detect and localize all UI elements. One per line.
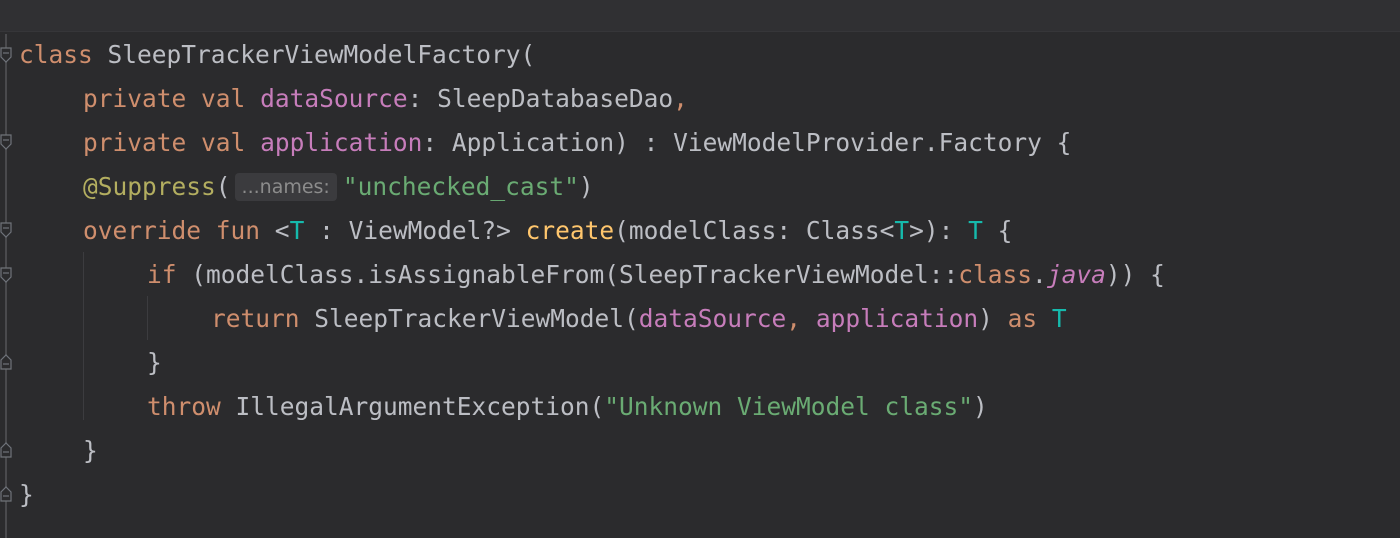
code-token: >): xyxy=(909,216,969,245)
code-line-3[interactable]: private val application: Application) : … xyxy=(83,121,1071,165)
code-token: (modelClass.isAssignableFrom(SleepTracke… xyxy=(176,260,959,289)
code-token: class xyxy=(958,260,1033,289)
code-token: T xyxy=(968,216,983,245)
code-token: create xyxy=(525,216,615,245)
code-line-9[interactable]: throw IllegalArgumentException("Unknown … xyxy=(147,385,988,429)
code-token: T xyxy=(1051,304,1067,333)
gutter-line xyxy=(5,34,7,538)
code-token: ) xyxy=(973,392,988,421)
fold-open-icon[interactable] xyxy=(0,266,12,284)
indent-guide xyxy=(83,252,84,420)
code-token: T xyxy=(894,216,910,245)
code-token: override xyxy=(83,216,202,245)
code-token: @Suppress xyxy=(83,172,216,201)
code-token: } xyxy=(83,436,98,465)
code-token: ) xyxy=(578,172,594,201)
code-token: , xyxy=(786,304,816,333)
code-token: as xyxy=(1007,304,1038,333)
code-token: ( xyxy=(215,172,231,201)
code-token: SleepTrackerViewModel( xyxy=(299,304,639,333)
code-token: . xyxy=(1032,260,1047,289)
code-token: application xyxy=(260,128,423,157)
code-token: dataSource xyxy=(260,84,408,113)
code-token: { xyxy=(982,216,1013,245)
code-token: return xyxy=(211,304,300,333)
code-token: private xyxy=(83,128,187,157)
code-token: java xyxy=(1046,260,1106,289)
code-token: throw xyxy=(147,392,221,421)
code-token: } xyxy=(19,480,34,509)
code-line-11[interactable]: } xyxy=(19,473,34,517)
code-token: val xyxy=(201,128,246,157)
code-token: T xyxy=(289,216,305,245)
fold-open-icon[interactable] xyxy=(0,221,12,239)
code-token: IllegalArgumentException( xyxy=(220,392,605,421)
code-token: } xyxy=(147,348,162,377)
code-token: val xyxy=(201,84,246,113)
code-token: application xyxy=(815,304,979,333)
fold-close-icon[interactable] xyxy=(0,441,12,459)
code-line-10[interactable]: } xyxy=(83,429,98,473)
code-token: : ViewModel?> xyxy=(304,216,526,245)
parameter-name-hint: ...names: xyxy=(234,173,337,201)
fold-close-icon[interactable] xyxy=(0,353,12,371)
code-line-8[interactable]: } xyxy=(147,341,162,385)
code-token: "Unknown ViewModel class" xyxy=(604,392,974,421)
code-token: private xyxy=(83,84,187,113)
code-token: : SleepDatabaseDao xyxy=(407,84,674,113)
code-token: (modelClass: Class< xyxy=(614,216,895,245)
code-line-6[interactable]: if (modelClass.isAssignableFrom(SleepTra… xyxy=(147,253,1165,297)
code-token: SleepTrackerViewModelFactory( xyxy=(92,40,536,69)
code-line-1[interactable]: class SleepTrackerViewModelFactory( xyxy=(19,33,535,77)
code-token: dataSource xyxy=(638,304,787,333)
fold-open-icon[interactable] xyxy=(0,133,12,151)
fold-open-icon[interactable] xyxy=(0,46,12,64)
code-token: class xyxy=(19,40,93,69)
code-token: ) xyxy=(978,304,1008,333)
code-editor[interactable]: class SleepTrackerViewModelFactory(priva… xyxy=(0,0,1400,538)
code-line-4[interactable]: @Suppress(...names: "unchecked_cast") xyxy=(83,165,594,209)
code-token: if xyxy=(147,260,177,289)
code-line-7[interactable]: return SleepTrackerViewModel(dataSource,… xyxy=(211,297,1067,341)
code-token: < xyxy=(260,216,290,245)
code-token: )) { xyxy=(1105,260,1165,289)
code-token: : Application) : ViewModelProvider.Facto… xyxy=(422,128,1072,157)
code-token: fun xyxy=(215,216,261,245)
code-line-2[interactable]: private val dataSource: SleepDatabaseDao… xyxy=(83,77,688,121)
editor-top-bar xyxy=(0,0,1400,32)
code-token: "unchecked_cast" xyxy=(342,172,579,201)
indent-guide xyxy=(147,296,148,340)
code-token: , xyxy=(673,84,688,113)
fold-close-icon[interactable] xyxy=(0,485,12,503)
code-line-5[interactable]: override fun <T : ViewModel?> create(mod… xyxy=(83,209,1012,253)
